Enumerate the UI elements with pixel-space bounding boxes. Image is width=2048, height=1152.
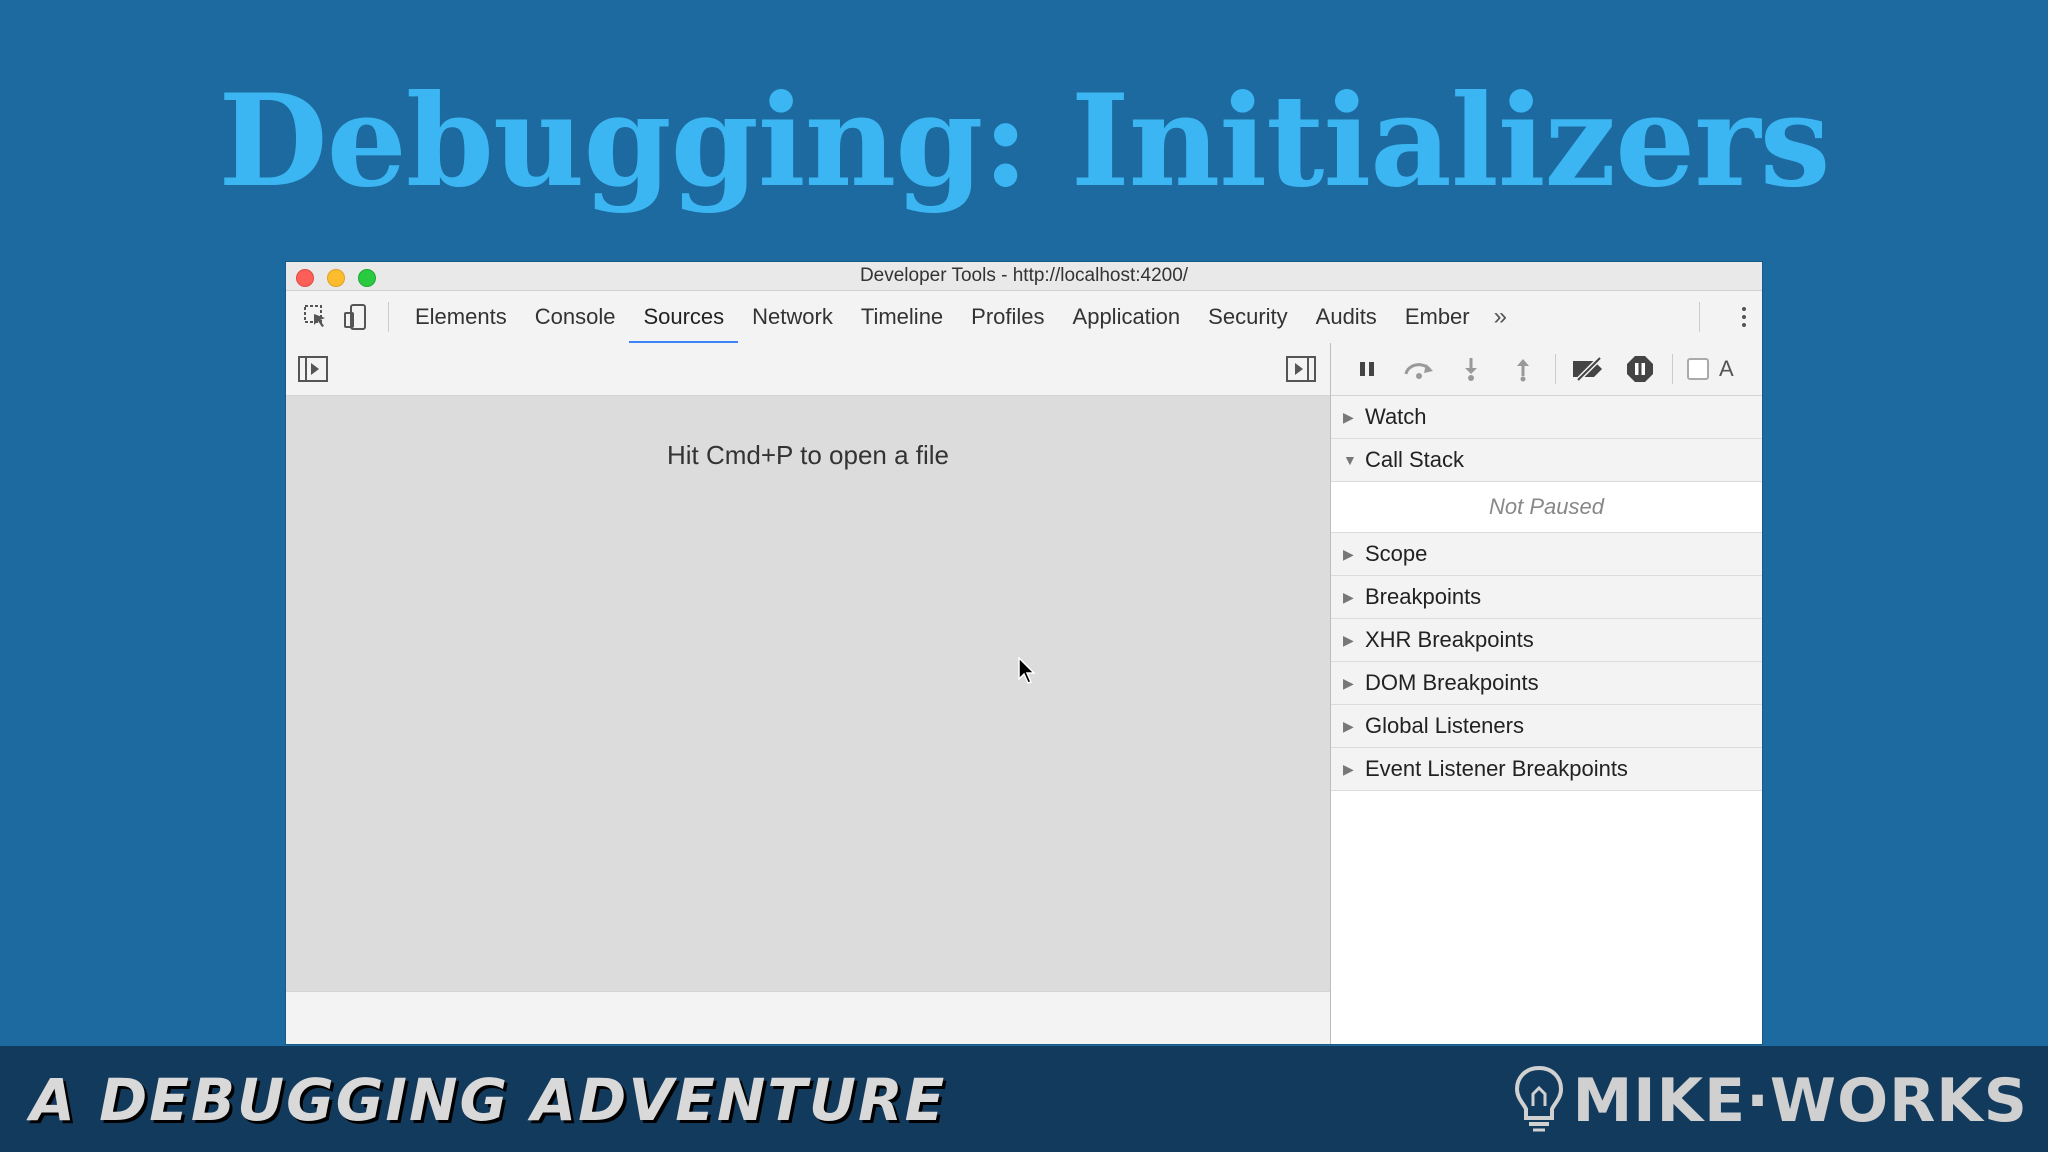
toggle-debugger-icon[interactable] (1286, 356, 1316, 387)
tab-application[interactable]: Application (1059, 291, 1195, 343)
expand-arrow-icon: ▶ (1343, 546, 1354, 562)
section-dom-breakpoints[interactable]: ▶ DOM Breakpoints (1331, 662, 1762, 705)
step-into-icon[interactable] (1445, 349, 1497, 389)
expand-arrow-icon: ▶ (1343, 761, 1354, 777)
section-xhr-breakpoints[interactable]: ▶ XHR Breakpoints (1331, 619, 1762, 662)
brand-name: MIKE·WORKS (1572, 1065, 2028, 1136)
pause-on-exceptions-icon[interactable] (1614, 349, 1666, 389)
tab-timeline[interactable]: Timeline (847, 291, 957, 343)
minimize-window-button[interactable] (327, 269, 345, 287)
collapse-arrow-icon: ▼ (1343, 452, 1357, 468)
expand-arrow-icon: ▶ (1343, 409, 1354, 425)
expand-arrow-icon: ▶ (1343, 675, 1354, 691)
expand-arrow-icon: ▶ (1343, 589, 1354, 605)
tab-sources[interactable]: Sources (629, 291, 738, 344)
window-title: Developer Tools - http://localhost:4200/ (859, 265, 1189, 286)
device-mode-icon[interactable] (336, 297, 376, 337)
section-label: Watch (1365, 404, 1427, 429)
brand-logo: MIKE·WORKS (1513, 1064, 2028, 1137)
more-tabs-button[interactable]: » (1484, 303, 1517, 331)
step-out-icon[interactable] (1497, 349, 1549, 389)
tab-network[interactable]: Network (738, 291, 847, 343)
section-call-stack[interactable]: ▼ Call Stack (1331, 439, 1762, 482)
step-over-icon[interactable] (1393, 349, 1445, 389)
devtools-window: Developer Tools - http://localhost:4200/… (286, 262, 1762, 1044)
checkbox-label: A (1719, 356, 1734, 381)
section-event-listener-breakpoints[interactable]: ▶ Event Listener Breakpoints (1331, 748, 1762, 791)
section-watch[interactable]: ▶ Watch (1331, 396, 1762, 439)
kebab-menu-icon[interactable] (1742, 303, 1748, 331)
section-label: Breakpoints (1365, 584, 1482, 609)
deactivate-breakpoints-icon[interactable] (1562, 349, 1614, 389)
section-label: Call Stack (1365, 447, 1465, 472)
toolbar-divider (1555, 354, 1556, 384)
call-stack-status: Not Paused (1331, 482, 1762, 533)
editor-empty-area[interactable]: Hit Cmd+P to open a file (286, 396, 1330, 992)
tab-security[interactable]: Security (1194, 291, 1301, 343)
editor-status-bar (286, 991, 1330, 1044)
section-scope[interactable]: ▶ Scope (1331, 533, 1762, 576)
pause-icon[interactable] (1341, 349, 1393, 389)
section-label: DOM Breakpoints (1365, 670, 1539, 695)
window-titlebar: Developer Tools - http://localhost:4200/ (286, 262, 1762, 291)
tab-elements[interactable]: Elements (401, 291, 521, 343)
section-label: Event Listener Breakpoints (1365, 756, 1628, 781)
close-window-button[interactable] (296, 269, 314, 287)
tab-audits[interactable]: Audits (1302, 291, 1391, 343)
open-file-hint: Hit Cmd+P to open a file (666, 440, 950, 470)
section-breakpoints[interactable]: ▶ Breakpoints (1331, 576, 1762, 619)
tab-ember[interactable]: Ember (1391, 291, 1484, 343)
tab-console[interactable]: Console (521, 291, 630, 343)
debugger-toolbar: A (1331, 343, 1762, 396)
expand-arrow-icon: ▶ (1343, 632, 1354, 648)
toggle-navigator-icon[interactable] (298, 356, 328, 387)
toolbar-divider (388, 302, 389, 332)
mouse-cursor-icon (1018, 656, 1036, 690)
editor-toolbar (286, 343, 1330, 396)
devtools-tabbar: Elements Console Sources Network Timelin… (286, 291, 1762, 344)
section-label: Scope (1365, 541, 1428, 566)
footer-tagline: A DEBUGGING ADVENTURE (30, 1066, 947, 1134)
toolbar-divider (1699, 302, 1700, 332)
tab-profiles[interactable]: Profiles (957, 291, 1058, 343)
footer-bar: A DEBUGGING ADVENTURE MIKE·WORKS (0, 1046, 2048, 1152)
zoom-window-button[interactable] (358, 269, 376, 287)
editor-pane: Hit Cmd+P to open a file (286, 343, 1331, 1044)
slide-title: Debugging: Initializers (218, 67, 1830, 215)
debugger-sidebar: A ▶ Watch ▼ Call Stack Not Paused ▶ Scop… (1331, 343, 1762, 1044)
section-global-listeners[interactable]: ▶ Global Listeners (1331, 705, 1762, 748)
lightbulb-icon (1513, 1064, 1565, 1137)
section-label: XHR Breakpoints (1365, 627, 1534, 652)
pause-on-caught-exceptions-checkbox[interactable] (1687, 358, 1709, 380)
toolbar-divider (1672, 354, 1673, 384)
section-label: Global Listeners (1365, 713, 1524, 738)
inspect-element-icon[interactable] (296, 297, 336, 337)
expand-arrow-icon: ▶ (1343, 718, 1354, 734)
